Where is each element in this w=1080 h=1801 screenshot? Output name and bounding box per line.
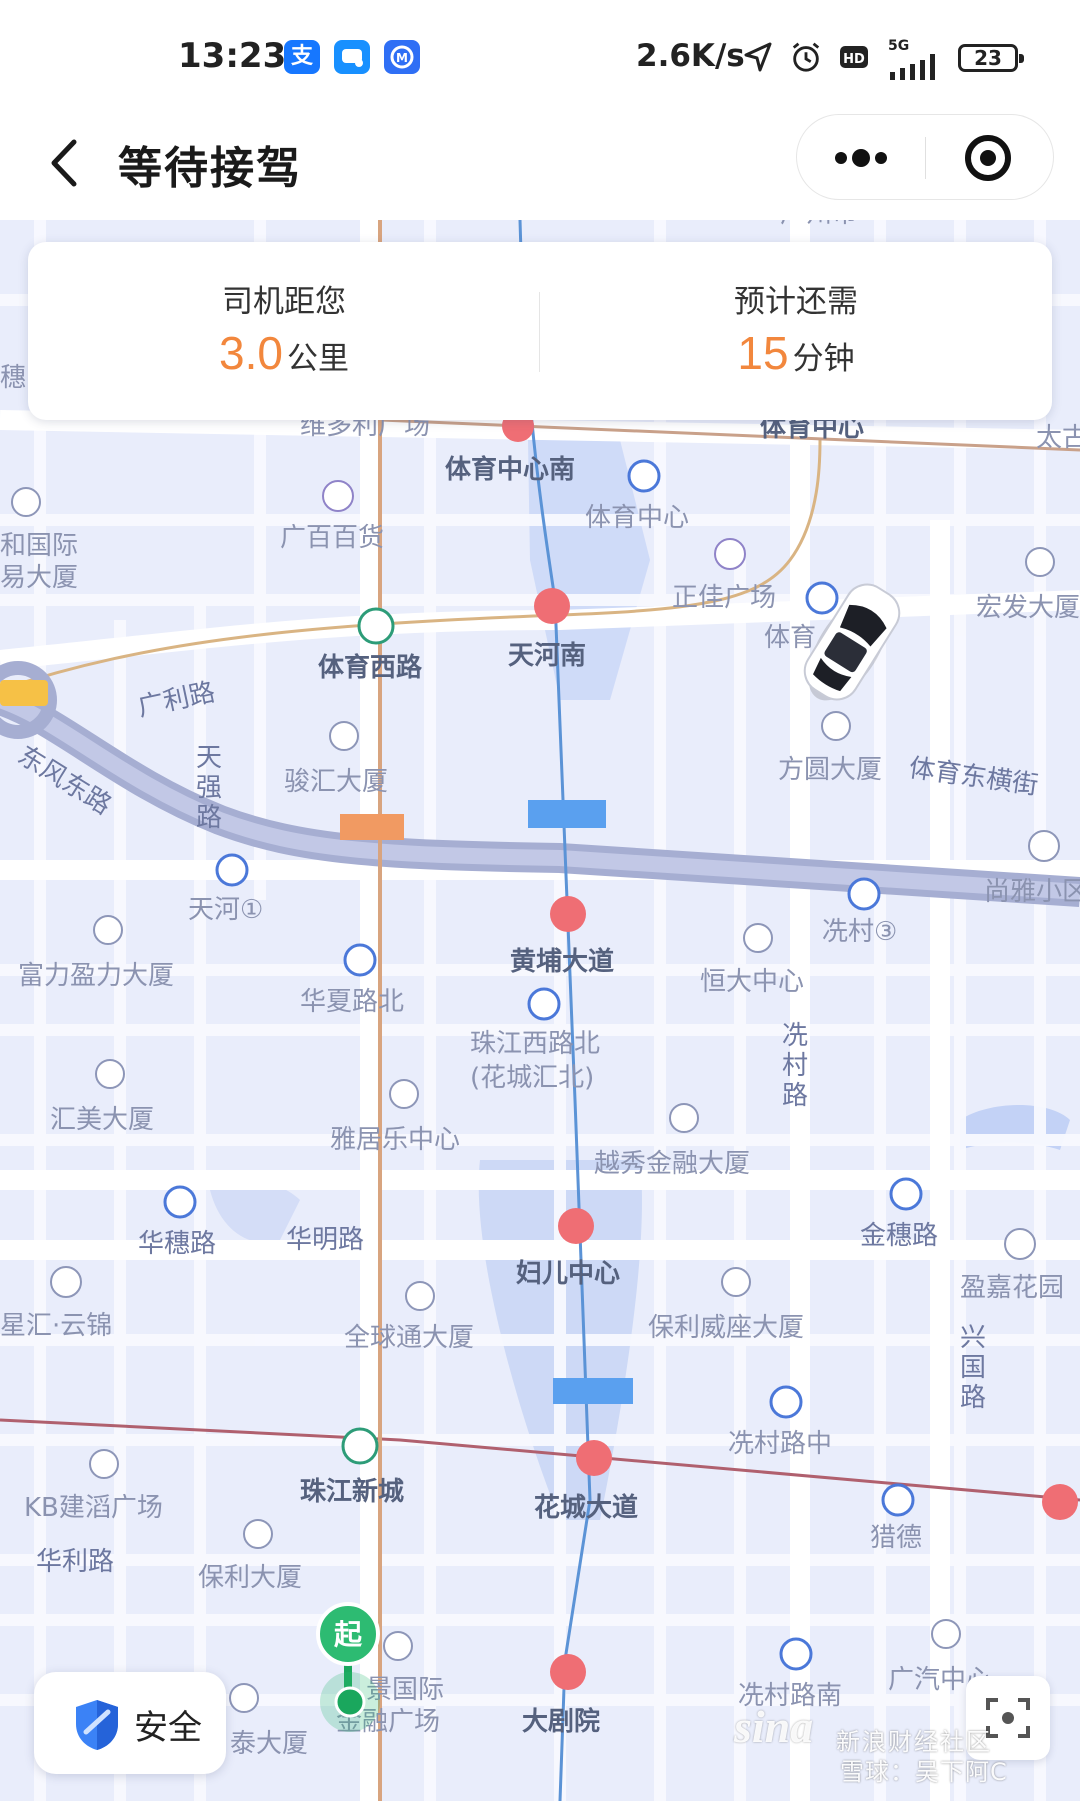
map-label: 体育中心 [585,503,689,533]
map-label: 盈嘉花园 [960,1273,1064,1303]
eta-value-row: 15 分钟 [540,326,1052,380]
map-label: 星汇·云锦 [0,1311,112,1341]
more-dots-icon [835,149,887,167]
map-label: 宏发大厦 [976,593,1080,623]
network-speed: 2.6K/s [636,38,745,74]
map-label: 易大厦 [0,563,78,593]
map-label: 猎德 [870,1523,922,1553]
map-label: 富力盈力大厦 [18,961,174,991]
distance-unit: 公里 [286,341,349,377]
map-label: 路 [960,1383,986,1413]
status-bar: 13:23 支 M 2.6K/s HD 5G 23 [0,0,1080,108]
map-label: 保利大厦 [198,1563,302,1593]
eta-block: 预计还需 15 分钟 [540,242,1052,420]
start-marker-label: 起 [334,1618,363,1651]
map-label: 广百百货 [280,523,384,553]
chevron-left-icon [51,139,77,187]
map-label: 正佳广场 [672,583,776,613]
mobile-app-icon: M [384,40,420,74]
map-label: 珠江新城 [300,1476,404,1507]
map-label: 恒大中心 [700,967,804,997]
map-label: 黄埔大道 [510,946,614,977]
map-label: 雅居乐中心 [330,1125,460,1155]
signal-icon [890,54,935,80]
safety-button[interactable]: 安全 [34,1672,226,1774]
map-label: KB建滔广场 [24,1493,163,1523]
shield-icon [76,1700,118,1750]
map-label: 村 [782,1051,808,1081]
map-label: 越秀金融大厦 [594,1149,750,1179]
map-label: 兴 [960,1323,986,1353]
distance-value-row: 3.0 公里 [28,326,540,380]
map-label: 冼村③ [822,917,897,947]
map-view[interactable]: 体育中心南 体育中心 体育中心 广百百货 正佳广场 体育 宏发大厦 和国际 易大… [0,220,1080,1801]
map-label: 体育中心南 [445,454,575,485]
map-label: 强 [196,773,222,803]
svg-text:M: M [396,51,408,65]
safety-label: 安全 [134,1708,202,1748]
map-label: 华夏路北 [300,987,404,1017]
map-label: 天河① [188,895,263,925]
map-label: 华明路 [286,1225,364,1255]
map-label: 尚雅小区 [984,877,1080,907]
eta-value: 15 [737,327,789,379]
status-time: 13:23 [178,36,287,76]
map-label: 天河南 [508,641,586,671]
alipay-app-icon: 支 [284,40,320,74]
eta-unit: 分钟 [792,341,855,377]
sina-watermark-logo: sina [734,1701,814,1752]
nav-header: 等待接驾 [0,108,1080,220]
trip-info-card: 司机距您 3.0 公里 预计还需 15 分钟 [28,242,1052,420]
map-label: 广州市 [780,220,858,229]
alarm-icon [792,42,820,72]
map-label: 妇儿中心 [516,1259,620,1289]
map-label: 大剧院 [522,1706,600,1737]
map-label: (花城汇北) [470,1063,594,1093]
map-label: 体育东横街 [907,753,1040,801]
map-label: 华利路 [36,1547,114,1577]
map-label: 穗 [0,363,26,393]
map-label: 方圆大厦 [778,755,882,785]
distance-value: 3.0 [219,327,283,379]
more-button[interactable] [797,115,925,201]
map-label: 太古 [1036,423,1080,453]
map-label: 天 [196,743,222,773]
map-label: 体育西路 [318,652,423,683]
map-label: 路 [782,1081,808,1111]
mini-program-capsule [796,114,1054,200]
map-label: 金穗路 [860,1221,938,1251]
map-label: 华穗路 [138,1229,216,1259]
map-label: 珠江西路北 [470,1029,600,1059]
map-label: 泰大厦 [230,1729,308,1759]
page-title: 等待接驾 [118,143,302,194]
map-label: 体育 [764,623,816,653]
map-label: 国 [960,1353,986,1383]
target-circle-icon [965,135,1011,181]
svg-text:HD: HD [843,52,865,67]
map-label: 汇美大厦 [50,1105,154,1135]
chat-app-icon [334,40,370,74]
map-label: 冼 [782,1021,808,1051]
map-label: 花城大道 [534,1492,638,1523]
watermark-line-2: 雪球：吴下阿C [840,1758,1008,1786]
close-mini-program-button[interactable] [926,115,1054,201]
map-label: 全球通大厦 [344,1323,474,1353]
battery-level: 23 [974,46,1002,70]
map-label: 路 [196,803,222,833]
driver-distance-block: 司机距您 3.0 公里 [28,242,540,420]
map-canvas[interactable]: 体育中心南 体育中心 体育中心 广百百货 正佳广场 体育 宏发大厦 和国际 易大… [0,220,1080,1801]
map-label: 骏汇大厦 [284,767,388,797]
map-label: 和国际 [0,531,78,561]
map-label: 保利威座大厦 [648,1313,804,1343]
map-label: 冼村路中 [728,1429,832,1459]
hd-icon: HD [840,46,868,68]
distance-label: 司机距您 [222,284,346,320]
battery-icon: 23 [958,44,1024,72]
location-arrow-icon [744,42,772,72]
back-button[interactable] [36,128,100,198]
eta-label: 预计还需 [734,284,858,320]
